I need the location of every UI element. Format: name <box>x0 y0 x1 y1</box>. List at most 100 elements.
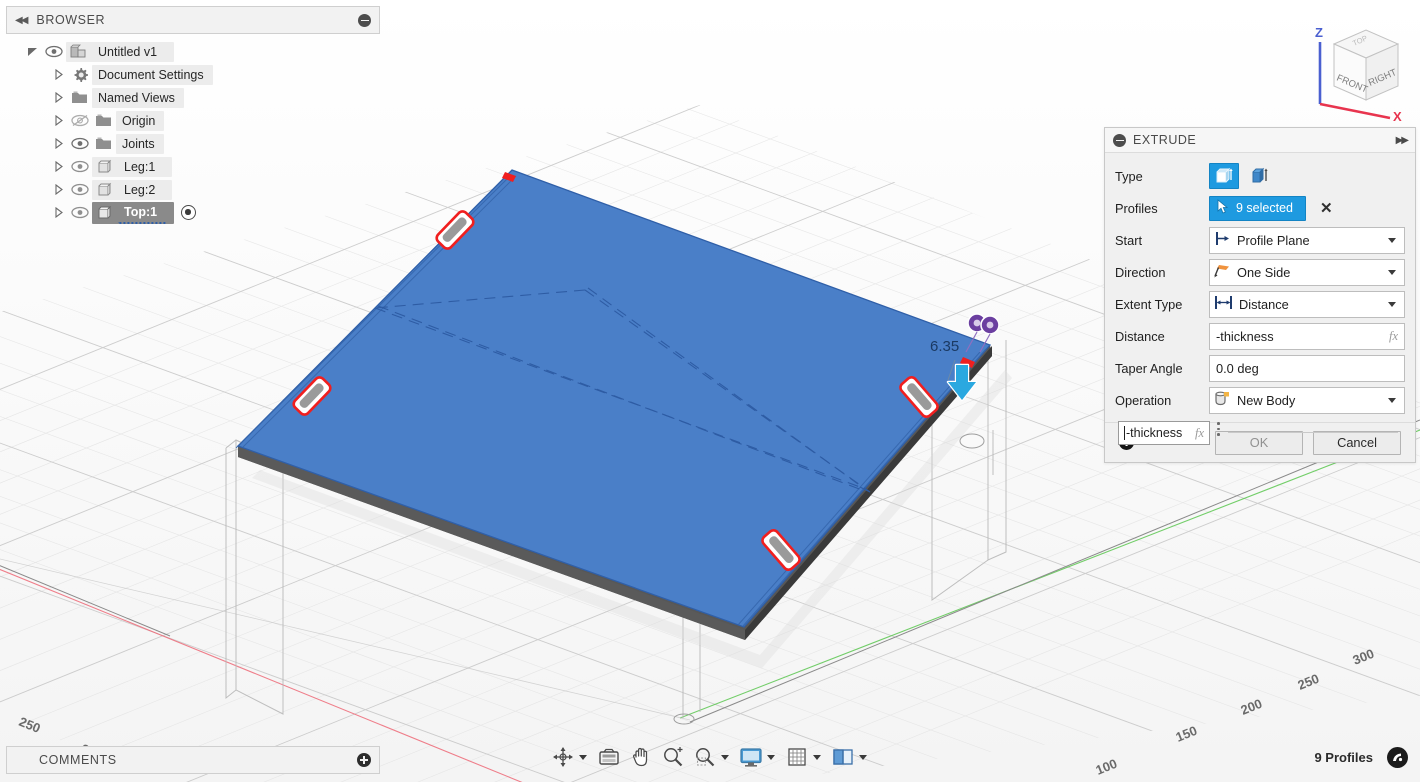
chevron-down-icon[interactable] <box>1388 301 1396 307</box>
body-icon <box>92 203 116 223</box>
extrude-row-profiles: Profiles 9 selected ✕ <box>1115 192 1405 224</box>
tree-item-top-1[interactable]: Top:1 <box>6 201 380 224</box>
tree-item-leg-1[interactable]: Leg:1 <box>6 155 380 178</box>
chevron-down-icon[interactable] <box>1388 237 1396 243</box>
pan-hand-icon[interactable] <box>626 742 656 772</box>
chevron-down-icon[interactable] <box>721 754 729 760</box>
viewcube-x-label: X <box>1393 109 1402 123</box>
taper-angle-input[interactable]: 0.0 deg <box>1209 354 1405 382</box>
extrude-dialog: EXTRUDE ▶▶ Type Profiles 9 selected ✕ St… <box>1104 127 1416 463</box>
gear-icon <box>68 65 92 85</box>
activate-component-icon[interactable] <box>181 205 197 220</box>
distance-icon <box>1213 294 1234 314</box>
collapse-panel-icon[interactable]: ◀◀ <box>15 15 28 26</box>
navigation-toolbar <box>548 740 872 774</box>
tree-item-leg-2[interactable]: Leg:2 <box>6 178 380 201</box>
look-at-tool[interactable] <box>594 742 624 772</box>
extrude-extent-label: Extent Type <box>1115 296 1183 312</box>
chevron-right-icon[interactable] <box>48 65 68 85</box>
extrude-solid-icon[interactable] <box>1209 163 1239 189</box>
eye-visible-icon[interactable] <box>68 180 92 200</box>
eye-visible-icon[interactable] <box>42 42 66 62</box>
drag-dots-icon[interactable] <box>1217 422 1220 436</box>
eye-visible-icon[interactable] <box>68 134 92 154</box>
profile-plane-icon <box>1213 230 1232 250</box>
start-dropdown[interactable]: Profile Plane <box>1209 226 1405 254</box>
eye-visible-icon[interactable] <box>68 157 92 177</box>
extent-type-value: Distance <box>1239 296 1289 312</box>
chevron-down-icon[interactable] <box>859 754 867 760</box>
chevron-down-icon[interactable] <box>579 754 587 760</box>
fx-expression-icon[interactable]: fx <box>1195 426 1204 441</box>
extrude-start-label: Start <box>1115 232 1143 248</box>
x-axis-indicator <box>1319 102 1391 120</box>
tree-item-joints[interactable]: Joints <box>6 132 380 155</box>
viewcube[interactable]: Z X FRONT RIGHT TOP <box>1294 8 1414 128</box>
viewport-layout-icon[interactable] <box>828 742 858 772</box>
extrude-operation-label: Operation <box>1115 392 1172 408</box>
eye-hidden-icon[interactable] <box>68 111 92 131</box>
inline-distance-edit[interactable]: -thickness fx <box>1118 421 1210 445</box>
zoom-in-icon[interactable] <box>658 742 688 772</box>
chevron-down-icon[interactable] <box>22 42 42 62</box>
eye-visible-icon[interactable] <box>68 203 92 223</box>
fusion-logo-icon[interactable] <box>1387 747 1408 768</box>
chevron-right-icon[interactable] <box>48 203 68 223</box>
grid-snap-icon[interactable] <box>782 742 812 772</box>
zoom-window-icon[interactable] <box>690 742 720 772</box>
extent-type-dropdown[interactable]: Distance <box>1209 290 1405 318</box>
component-icon <box>66 42 90 62</box>
extrude-dimension-label[interactable]: 6.35 <box>930 338 959 355</box>
pan-tool[interactable] <box>626 742 656 772</box>
tree-label-leg-2: Leg:2 <box>118 179 165 200</box>
chevron-down-icon[interactable] <box>1388 397 1396 403</box>
extrude-row-type: Type <box>1115 160 1405 192</box>
ok-button[interactable]: OK <box>1215 430 1303 455</box>
tree-item-named-views[interactable]: Named Views <box>6 86 380 109</box>
zoom-tool[interactable] <box>658 742 688 772</box>
distance-input[interactable]: -thickness fx <box>1209 322 1405 350</box>
double-right-arrow-icon[interactable]: ▶▶ <box>1396 135 1409 146</box>
viewport-layout-tool[interactable] <box>828 742 872 772</box>
plus-circle-icon[interactable] <box>357 753 371 767</box>
display-settings-tool[interactable] <box>736 742 780 772</box>
display-settings-icon[interactable] <box>736 742 766 772</box>
taper-angle-value: 0.0 deg <box>1216 360 1259 376</box>
extrude-row-extent-type: Extent Type Distance <box>1115 288 1405 320</box>
direction-dropdown[interactable]: One Side <box>1209 258 1405 286</box>
chevron-right-icon[interactable] <box>48 134 68 154</box>
comments-panel[interactable]: COMMENTS <box>6 746 380 774</box>
chevron-right-icon[interactable] <box>48 157 68 177</box>
zoom-window-tool[interactable] <box>690 742 734 772</box>
tree-item-untitled[interactable]: Untitled v1 <box>6 40 380 63</box>
chevron-right-icon[interactable] <box>48 180 68 200</box>
profiles-count-status: 9 Profiles <box>1314 750 1373 765</box>
distance-value: -thickness <box>1216 328 1274 344</box>
cancel-button[interactable]: Cancel <box>1313 430 1401 455</box>
extrude-distance-label: Distance <box>1115 328 1165 344</box>
tree-item-origin[interactable]: Origin <box>6 109 380 132</box>
fx-expression-icon[interactable]: fx <box>1389 329 1398 344</box>
look-at-icon[interactable] <box>594 742 624 772</box>
minus-circle-icon[interactable] <box>358 13 371 27</box>
chevron-right-icon[interactable] <box>48 88 68 108</box>
extrude-dialog-header[interactable]: EXTRUDE ▶▶ <box>1105 128 1415 153</box>
chevron-right-icon[interactable] <box>48 111 68 131</box>
operation-dropdown[interactable]: New Body <box>1209 386 1405 414</box>
chevron-down-icon[interactable] <box>813 754 821 760</box>
orbit-tool[interactable] <box>548 742 592 772</box>
chevron-down-icon[interactable] <box>1388 269 1396 275</box>
chevron-down-icon[interactable] <box>767 754 775 760</box>
profiles-selection-chip[interactable]: 9 selected <box>1209 195 1306 221</box>
orbit-icon[interactable] <box>548 742 578 772</box>
operation-value: New Body <box>1237 392 1296 408</box>
browser-header[interactable]: ◀◀ BROWSER <box>6 6 380 34</box>
start-value: Profile Plane <box>1237 232 1310 248</box>
folder-icon <box>92 111 116 131</box>
tree-label-joints: Joints <box>116 133 164 154</box>
tree-item-document-settings[interactable]: Document Settings <box>6 63 380 86</box>
minus-circle-icon[interactable] <box>1113 133 1126 147</box>
extrude-thin-icon[interactable] <box>1245 163 1275 189</box>
clear-selection-icon[interactable]: ✕ <box>1320 201 1333 216</box>
grid-snap-tool[interactable] <box>782 742 826 772</box>
